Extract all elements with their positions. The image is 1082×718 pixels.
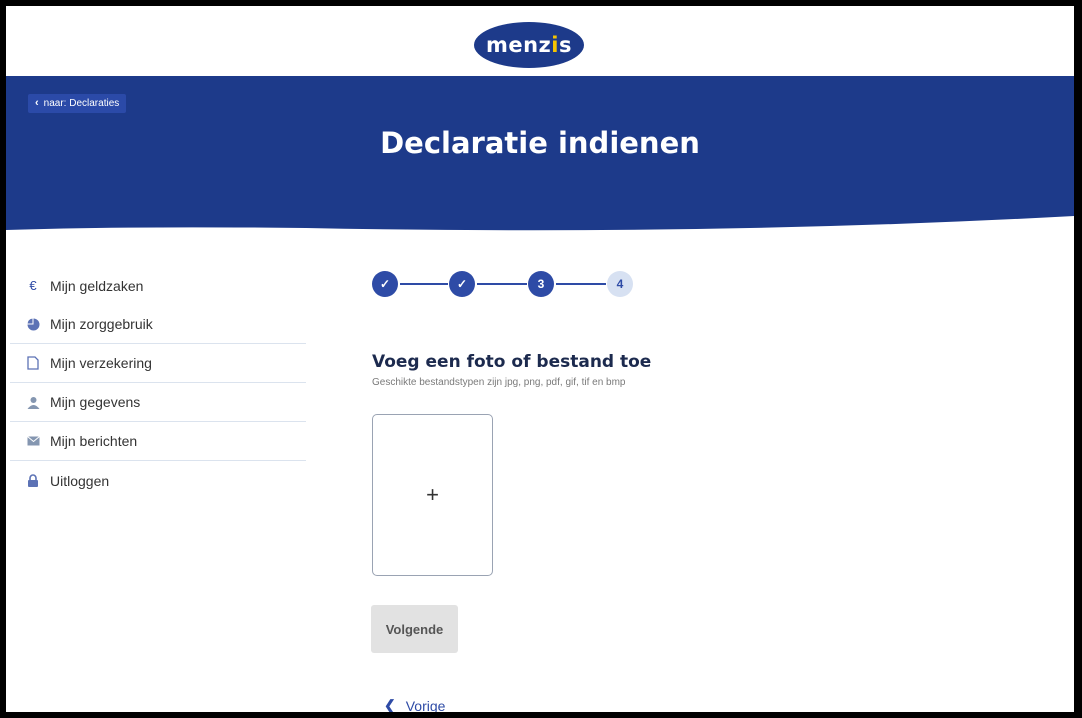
lock-icon bbox=[26, 474, 40, 488]
step-3-current: 3 bbox=[528, 271, 554, 297]
sidebar-item-label: Mijn geldzaken bbox=[50, 277, 144, 294]
step-2-complete: ✓ bbox=[449, 271, 475, 297]
app-frame: menz i s ‹ naar: Declaraties Declaratie in… bbox=[6, 6, 1074, 712]
sidebar-item-geldzaken[interactable]: € Mijn geldzaken bbox=[10, 266, 306, 305]
hero-banner bbox=[6, 76, 1074, 246]
sidebar-nav: € Mijn geldzaken Mijn zorggebruik Mijn v… bbox=[6, 266, 310, 500]
stepper: ✓ ✓ 3 4 bbox=[372, 271, 642, 301]
back-button-label: naar: Declaraties bbox=[43, 98, 120, 109]
step-connector bbox=[556, 283, 606, 285]
pie-chart-icon bbox=[26, 317, 40, 331]
previous-link-label: Vorige bbox=[405, 697, 446, 713]
document-icon bbox=[26, 356, 40, 370]
sidebar-item-verzekering[interactable]: Mijn verzekering bbox=[10, 344, 306, 383]
step-number: 3 bbox=[537, 277, 545, 291]
upload-title: Voeg een foto of bestand toe bbox=[372, 352, 652, 372]
sidebar-item-label: Mijn gegevens bbox=[50, 394, 141, 410]
step-4-upcoming: 4 bbox=[607, 271, 633, 297]
logo-text-accent: i bbox=[551, 33, 559, 57]
main-content: ✓ ✓ 3 4 Voeg een foto of bestand toe Ges… bbox=[310, 246, 1074, 712]
user-icon bbox=[26, 395, 40, 409]
chevron-left-icon: ❮ bbox=[384, 697, 396, 712]
euro-icon: € bbox=[29, 278, 37, 293]
sidebar-item-label: Mijn verzekering bbox=[50, 355, 152, 371]
sidebar-item-berichten[interactable]: Mijn berichten bbox=[10, 422, 306, 461]
menzis-logo[interactable]: menz i s bbox=[474, 22, 584, 68]
top-bar: menz i s bbox=[6, 6, 1074, 76]
sidebar-item-gegevens[interactable]: Mijn gegevens bbox=[10, 383, 306, 422]
add-file-button[interactable]: + bbox=[372, 414, 493, 576]
logo-text-end: s bbox=[559, 33, 572, 57]
step-number: 4 bbox=[616, 277, 624, 291]
sidebar-item-label: Mijn zorggebruik bbox=[50, 316, 153, 332]
previous-link[interactable]: ❮ Vorige bbox=[384, 697, 445, 712]
check-icon: ✓ bbox=[456, 277, 468, 291]
hero-background bbox=[6, 76, 1074, 231]
upload-subtitle: Geschikte bestandstypen zijn jpg, png, p… bbox=[372, 377, 626, 388]
sidebar-item-uitloggen[interactable]: Uitloggen bbox=[10, 461, 306, 500]
step-connector bbox=[477, 283, 527, 285]
back-to-declaraties-button[interactable]: ‹ naar: Declaraties bbox=[28, 94, 127, 113]
page-title: Declaratie indienen bbox=[380, 126, 700, 160]
envelope-icon bbox=[26, 434, 40, 448]
next-button[interactable]: Volgende bbox=[371, 605, 458, 653]
step-connector bbox=[400, 283, 448, 285]
logo-text: menz bbox=[485, 33, 552, 57]
chevron-left-icon: ‹ bbox=[35, 97, 39, 109]
check-icon: ✓ bbox=[379, 277, 391, 291]
step-1-complete: ✓ bbox=[372, 271, 398, 297]
sidebar-item-label: Mijn berichten bbox=[50, 433, 138, 449]
sidebar-item-zorggebruik[interactable]: Mijn zorggebruik bbox=[10, 305, 306, 344]
plus-icon: + bbox=[426, 482, 439, 507]
sidebar-item-label: Uitloggen bbox=[50, 472, 110, 489]
